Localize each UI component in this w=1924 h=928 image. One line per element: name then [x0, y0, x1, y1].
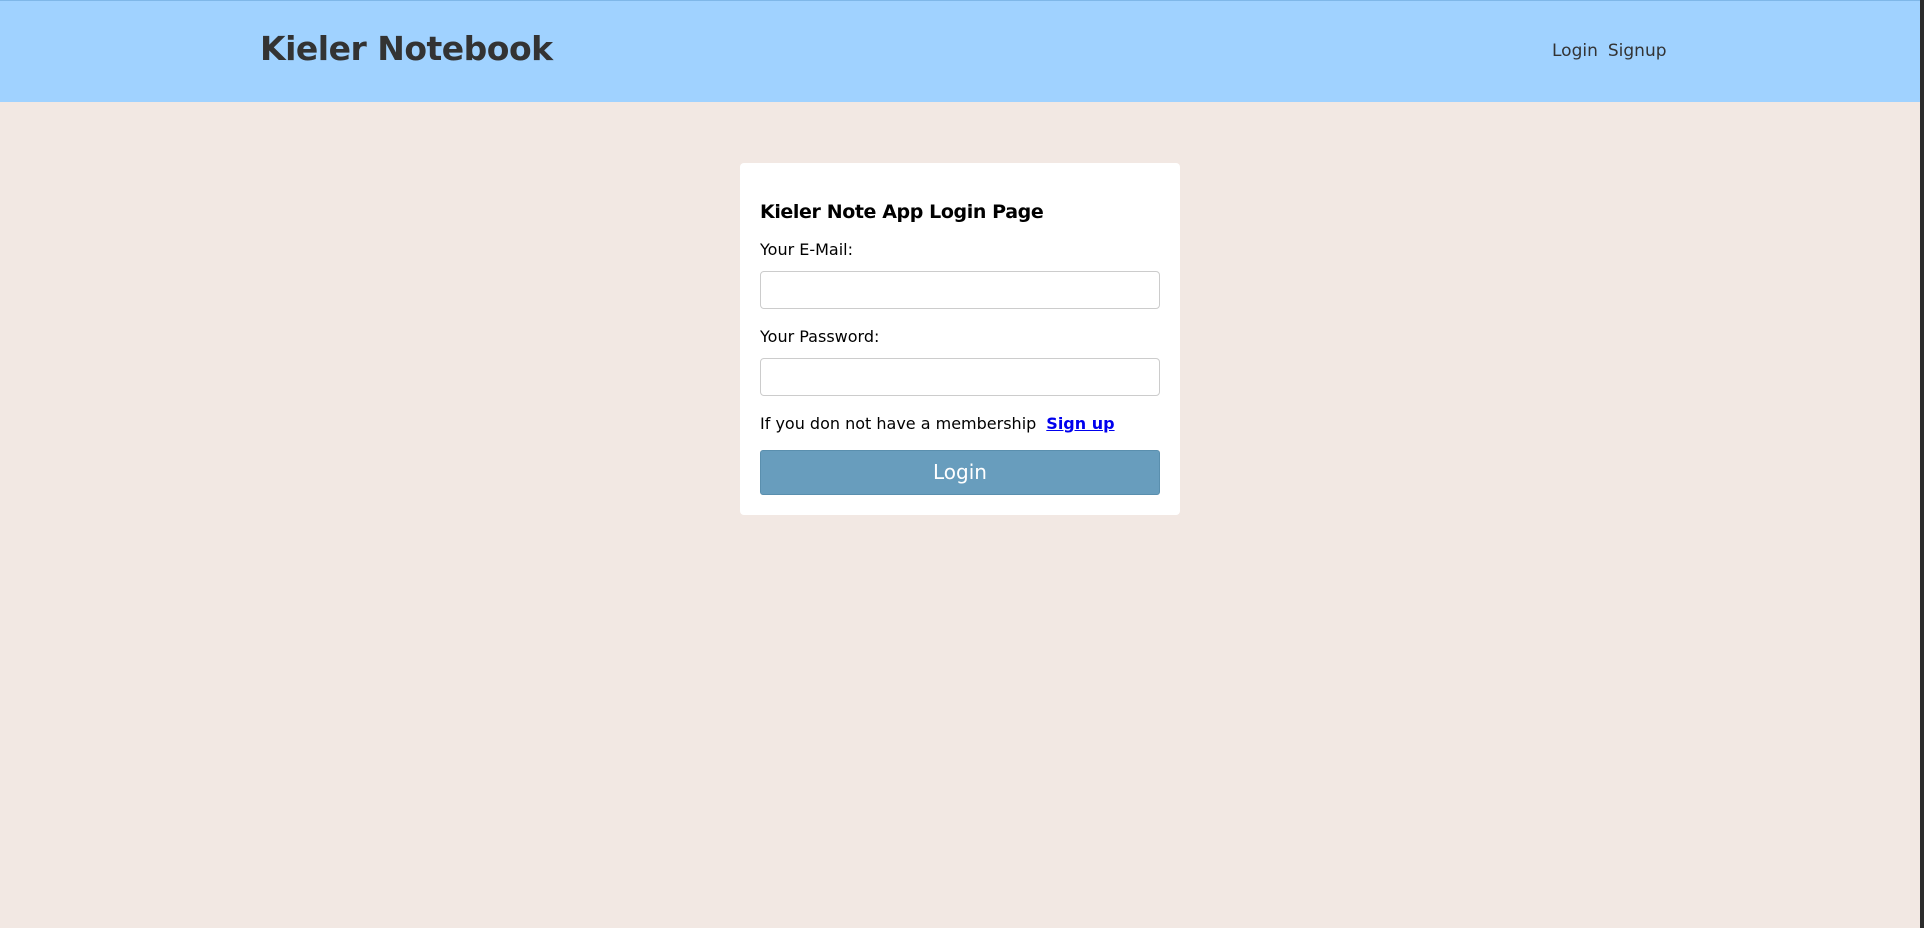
login-card: Kieler Note App Login Page Your E-Mail: … [740, 163, 1180, 515]
signup-link[interactable]: Sign up [1046, 414, 1114, 433]
password-field[interactable] [760, 358, 1160, 396]
membership-prompt: If you don not have a membership Sign up [760, 413, 1115, 435]
nav-login-link[interactable]: Login [1552, 39, 1598, 63]
password-label: Your Password: [760, 327, 880, 346]
nav-links: Login Signup [1552, 39, 1667, 63]
nav-signup-link[interactable]: Signup [1608, 39, 1667, 63]
email-label: Your E-Mail: [760, 240, 854, 259]
brand-logo-text[interactable]: Kieler Notebook [260, 27, 553, 71]
membership-text: If you don not have a membership [760, 414, 1037, 433]
window-scrollbar[interactable] [1920, 0, 1924, 928]
login-button[interactable]: Login [760, 450, 1160, 495]
email-field[interactable] [760, 271, 1160, 309]
login-card-title: Kieler Note App Login Page [760, 201, 1044, 223]
top-navbar: Kieler Notebook Login Signup [0, 0, 1920, 102]
